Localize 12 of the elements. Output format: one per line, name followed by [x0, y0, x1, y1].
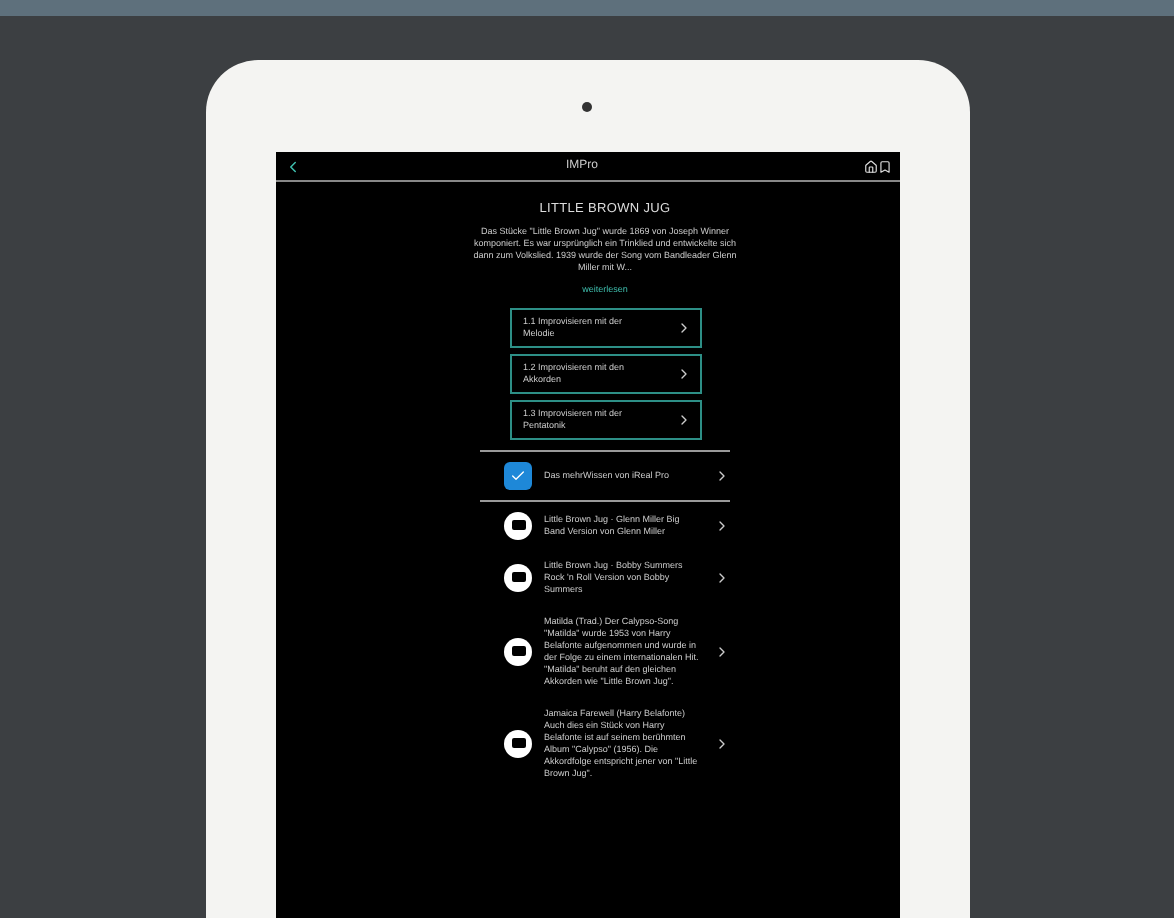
chevron-right-icon — [714, 467, 730, 483]
video-icon — [504, 729, 532, 757]
video-icon — [504, 563, 532, 591]
chevron-right-icon — [714, 643, 730, 659]
chevron-right-icon — [714, 735, 730, 751]
bookmark-icon[interactable] — [877, 159, 891, 173]
home-icon[interactable] — [863, 159, 877, 173]
app-icon — [504, 461, 532, 489]
video-icon — [504, 511, 532, 539]
chevron-right-icon — [714, 517, 730, 533]
chevron-right-icon — [714, 569, 730, 585]
video-icon — [504, 637, 532, 665]
